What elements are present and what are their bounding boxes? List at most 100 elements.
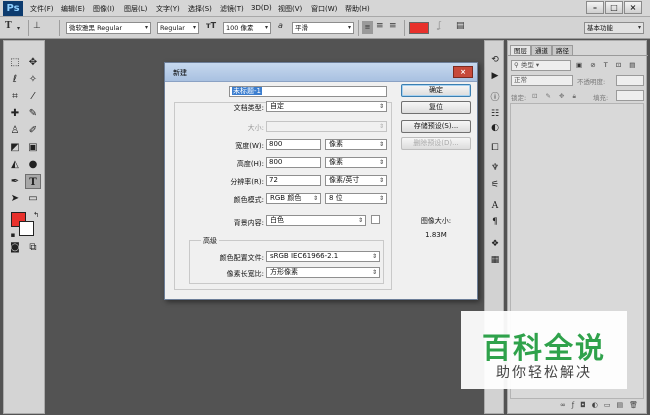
blend-mode-select[interactable]: 正常 — [511, 75, 573, 86]
quick-mask-icon[interactable]: ◙ — [7, 240, 23, 255]
tab-channels[interactable]: 通道 — [531, 45, 552, 55]
fill-field[interactable] — [616, 90, 644, 101]
reset-button[interactable]: 复位 — [401, 101, 471, 114]
pen-tool-icon[interactable]: ✒ — [7, 174, 23, 189]
save-preset-button[interactable]: 存储预设(S)... — [401, 120, 471, 133]
screen-mode-icon[interactable]: ⧉ — [25, 240, 41, 255]
menu-layer[interactable]: 图层(L) — [124, 4, 147, 14]
image-size-value: 1.83M — [425, 231, 447, 239]
name-input[interactable]: 未标题-1 — [229, 86, 387, 97]
tab-layers[interactable]: 图层 — [510, 45, 531, 55]
type-tool-icon[interactable]: T — [5, 21, 12, 31]
workspace-select[interactable]: 基本功能 ▾ — [584, 22, 644, 34]
color-profile-select[interactable]: sRGB IEC61966-2.1 ⇕ — [266, 251, 380, 262]
menu-help[interactable]: 帮助(H) — [345, 4, 370, 14]
menu-window[interactable]: 窗口(W) — [311, 4, 337, 14]
background-color-swatch[interactable] — [371, 215, 380, 224]
width-unit-select[interactable]: 像素 ⇕ — [325, 139, 387, 150]
actions-panel-icon[interactable]: ▶ — [488, 69, 502, 83]
history-panel-icon[interactable]: ⟲ — [488, 53, 502, 67]
menu-view[interactable]: 视图(V) — [278, 4, 302, 14]
menu-edit[interactable]: 编辑(E) — [61, 4, 85, 14]
dialog-titlebar[interactable]: 新建 × — [165, 63, 477, 82]
healing-brush-tool-icon[interactable]: ✚ — [7, 106, 23, 121]
width-input[interactable]: 800 — [266, 139, 321, 150]
blur-tool-icon[interactable]: ◭ — [7, 157, 23, 172]
menu-3d[interactable]: 3D(D) — [251, 4, 272, 12]
preset-label: 文档类型: — [233, 104, 264, 112]
tool-preset-chevron-icon[interactable]: ▾ — [17, 25, 20, 32]
lasso-tool-icon[interactable]: ℓ — [7, 72, 23, 87]
bit-depth-select[interactable]: 8 位 ⇕ — [325, 193, 387, 204]
color-mode-select[interactable]: RGB 颜色 ⇕ — [266, 193, 321, 204]
background-select[interactable]: 白色 ⇕ — [266, 215, 366, 226]
size-select[interactable]: ⇕ — [266, 121, 387, 132]
layer-filter-select[interactable]: ⚲ 类型 ▾ — [511, 60, 571, 71]
height-input[interactable]: 800 — [266, 157, 321, 168]
text-color-swatch[interactable] — [409, 22, 429, 34]
lock-label: 锁定: — [511, 94, 527, 102]
antialias-select[interactable]: 平滑 ▾ — [292, 22, 354, 34]
adjustments-panel-icon[interactable]: ◐ — [488, 121, 502, 135]
menu-file[interactable]: 文件(F) — [30, 4, 54, 14]
close-window-button[interactable]: × — [624, 1, 642, 14]
layer-filter-icons[interactable]: ▣ ⊘ T ⊡ ▤ — [576, 61, 638, 69]
brush-panel-icon[interactable]: ♆ — [488, 161, 502, 175]
path-selection-tool-icon[interactable]: ➤ — [7, 191, 23, 206]
brush-tool-icon[interactable]: ✎ — [25, 106, 41, 121]
menu-filter[interactable]: 滤镜(T) — [220, 4, 244, 14]
pixel-aspect-select[interactable]: 方形像素 ⇕ — [266, 267, 380, 278]
preset-select[interactable]: 自定 ⇕ — [266, 101, 387, 112]
history-brush-tool-icon[interactable]: ✐ — [25, 123, 41, 138]
font-family-select[interactable]: 微软雅黑 Regular ▾ — [66, 22, 151, 34]
height-unit-select[interactable]: 像素 ⇕ — [325, 157, 387, 168]
warp-text-icon[interactable]: ʆ — [438, 21, 441, 31]
eraser-tool-icon[interactable]: ◩ — [7, 140, 23, 155]
ok-button[interactable]: 确定 — [401, 84, 471, 97]
watermark-title: 百科全说 — [481, 331, 606, 365]
advanced-toggle[interactable]: 高级 — [201, 236, 219, 246]
menu-image[interactable]: 图像(I) — [93, 4, 115, 14]
type-tool-button[interactable]: T — [25, 174, 41, 189]
align-center-icon[interactable]: ≡ — [376, 21, 384, 31]
tab-paths[interactable]: 路径 — [552, 45, 573, 55]
channels-panel-icon[interactable]: ❖ — [488, 237, 502, 251]
properties-panel-icon[interactable]: ☷ — [488, 107, 502, 121]
eyedropper-tool-icon[interactable]: ⁄ — [25, 89, 41, 104]
maximize-button[interactable]: □ — [605, 1, 623, 14]
character-panel-icon[interactable]: A — [488, 199, 502, 213]
clone-stamp-tool-icon[interactable]: ♙ — [7, 123, 23, 138]
move-tool-icon[interactable]: ✥ — [25, 55, 41, 70]
menu-type[interactable]: 文字(Y) — [156, 4, 180, 14]
tool-presets-panel-icon[interactable]: ⧠ — [488, 141, 502, 155]
align-left-icon[interactable]: ≡ — [362, 21, 373, 34]
background-color-swatch[interactable] — [19, 221, 34, 236]
minimize-button[interactable]: – — [586, 1, 604, 14]
brush-presets-panel-icon[interactable]: ⚟ — [488, 178, 502, 192]
delete-preset-button[interactable]: 删除预设(D)... — [401, 137, 471, 150]
resolution-input[interactable]: 72 — [266, 175, 321, 186]
swatches-panel-icon[interactable]: ▦ — [488, 253, 502, 267]
layers-panel-footer-icons[interactable]: ∞ƒ◘◐▭▤🗑︎ — [510, 401, 644, 413]
lock-icons[interactable]: ⊡ ✎ ✥ 🔒︎ — [532, 92, 579, 101]
paragraph-panel-icon[interactable]: ¶ — [488, 215, 502, 229]
gradient-tool-icon[interactable]: ▣ — [25, 140, 41, 155]
font-size-select[interactable]: 100 像素 ▾ — [223, 22, 271, 34]
resolution-unit-select[interactable]: 像素/英寸 ⇕ — [325, 175, 387, 186]
opacity-field[interactable] — [616, 75, 644, 86]
rectangle-tool-icon[interactable]: ▭ — [25, 191, 41, 206]
align-right-icon[interactable]: ≡ — [389, 21, 397, 31]
toggle-orientation-icon[interactable]: ⊥ — [33, 21, 41, 31]
menu-select[interactable]: 选择(S) — [188, 4, 212, 14]
magic-wand-tool-icon[interactable]: ✧ — [25, 72, 41, 87]
size-label: 大小: — [247, 124, 264, 132]
swap-colors-icon[interactable]: ↰ — [28, 208, 44, 223]
info-panel-icon[interactable]: ⓘ — [488, 91, 502, 105]
font-style-select[interactable]: Regular ▾ — [157, 22, 199, 34]
crop-tool-icon[interactable]: ⌗ — [7, 89, 23, 104]
character-panel-icon[interactable]: ▤ — [456, 21, 465, 31]
dodge-tool-icon[interactable]: ● — [25, 157, 41, 172]
marquee-tool-icon[interactable]: ⬚ — [7, 55, 23, 70]
options-bar: T ▾ ⊥ 微软雅黑 Regular ▾ Regular ▾ ᴛT 100 像素 ▾ … — [0, 17, 650, 39]
dialog-close-button[interactable]: × — [453, 66, 473, 78]
